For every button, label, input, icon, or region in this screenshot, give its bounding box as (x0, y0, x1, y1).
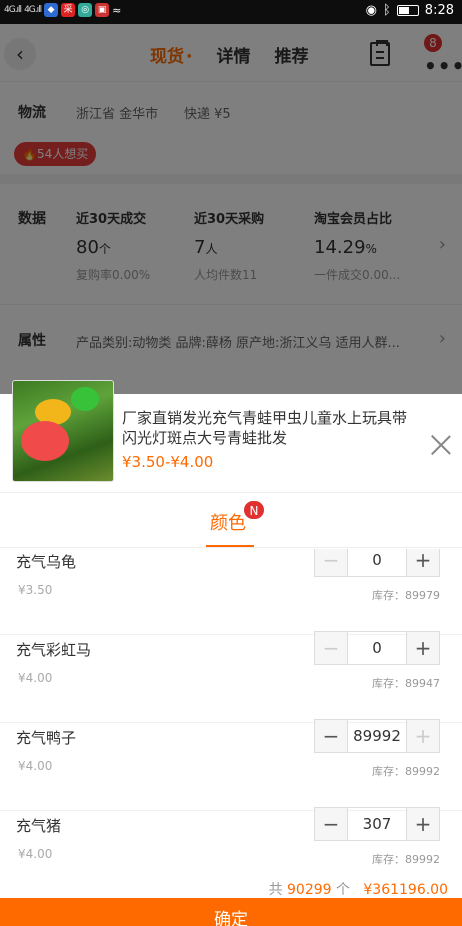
product-thumbnail (12, 380, 114, 482)
shield-app-icon: ◆ (44, 3, 59, 17)
sku-price: ¥4.00 (18, 847, 53, 861)
signal-icon: 4G.ıll (4, 5, 22, 15)
sku-row: 充气乌龟 ¥3.50 − 0 + 库存：89979 (0, 549, 462, 635)
sku-price: ¥4.00 (18, 671, 53, 685)
quantity-input[interactable]: 0 (348, 631, 406, 665)
increase-button[interactable]: + (406, 807, 440, 841)
stock-label: 库存：89992 (372, 765, 440, 778)
decrease-button[interactable]: − (314, 807, 348, 841)
summary-total: ¥361196.00 (363, 882, 448, 898)
summary-unit: 个 (336, 882, 351, 898)
product-title: 厂家直销发光充气青蛙甲虫儿童水上玩具带闪光灯斑点大号青蛙批发 (122, 409, 408, 447)
new-badge: N (243, 500, 265, 520)
sku-name: 充气猪 (16, 817, 62, 835)
sku-row: 充气鸭子 ¥4.00 − 89992 + 库存：89992 (0, 719, 462, 811)
stock-label: 库存：89947 (372, 677, 440, 690)
app-icon-news: ▣ (95, 3, 110, 17)
stock-label: 库存：89979 (372, 589, 440, 602)
spec-tab-bar: 颜色 (0, 492, 462, 548)
quantity-stepper: − 0 + (314, 631, 440, 665)
summary-prefix: 共 (268, 882, 283, 898)
sku-name: 充气彩虹马 (16, 641, 92, 659)
sku-row: 充气猪 ¥4.00 − 307 + 库存：89992 (0, 807, 462, 877)
quantity-input[interactable]: 307 (348, 807, 406, 841)
quantity-stepper: − 307 + (314, 807, 440, 841)
decrease-button[interactable]: − (314, 631, 348, 665)
tab-underline (206, 545, 254, 547)
summary-count: 90299 (287, 882, 332, 898)
eye-icon: ◉ (365, 3, 377, 18)
sku-price: ¥4.00 (18, 759, 53, 773)
quantity-stepper: − 0 + (314, 549, 440, 577)
quantity-input[interactable]: 0 (348, 549, 406, 577)
close-icon[interactable] (430, 434, 452, 456)
sku-name: 充气乌龟 (16, 553, 77, 571)
app-icon-red: 采 (61, 3, 76, 17)
decrease-button[interactable]: − (314, 719, 348, 753)
sku-row: 充气彩虹马 ¥4.00 − 0 + 库存：89947 (0, 631, 462, 723)
dim-overlay[interactable] (0, 24, 462, 394)
signal-icon-2: 4G.ıll (24, 5, 42, 15)
decrease-button[interactable]: − (314, 549, 348, 577)
confirm-button[interactable]: 确定 (0, 898, 462, 926)
quantity-input[interactable]: 89992 (348, 719, 406, 753)
increase-button[interactable]: + (406, 719, 440, 753)
bluetooth-icon: ᛒ (382, 3, 391, 18)
tab-color[interactable]: 颜色 (210, 509, 246, 535)
clock: 8:28 (424, 3, 454, 18)
misc-notification-icon: ≈ (112, 3, 122, 17)
app-icon-green: ◎ (78, 3, 93, 17)
quantity-stepper: − 89992 + (314, 719, 440, 753)
status-bar: 4G.ıll 4G.ıll ◆ 采 ◎ ▣ ≈ ◉ ᛒ 8:28 (0, 0, 462, 24)
sku-selector-sheet: 厂家直销发光充气青蛙甲虫儿童水上玩具带闪光灯斑点大号青蛙批发 ¥3.50-¥4.… (0, 380, 462, 926)
increase-button[interactable]: + (406, 549, 440, 577)
increase-button[interactable]: + (406, 631, 440, 665)
sku-price: ¥3.50 (18, 583, 53, 597)
order-summary: 共 90299 个 ¥361196.00 (0, 877, 462, 899)
stock-label: 库存：89992 (372, 853, 440, 866)
product-price-range: ¥3.50-¥4.00 (122, 453, 214, 471)
battery-icon (396, 5, 419, 16)
sku-name: 充气鸭子 (16, 729, 77, 747)
sku-list[interactable]: 充气乌龟 ¥3.50 − 0 + 库存：89979 充气彩虹马 ¥4.00 − … (0, 549, 462, 877)
